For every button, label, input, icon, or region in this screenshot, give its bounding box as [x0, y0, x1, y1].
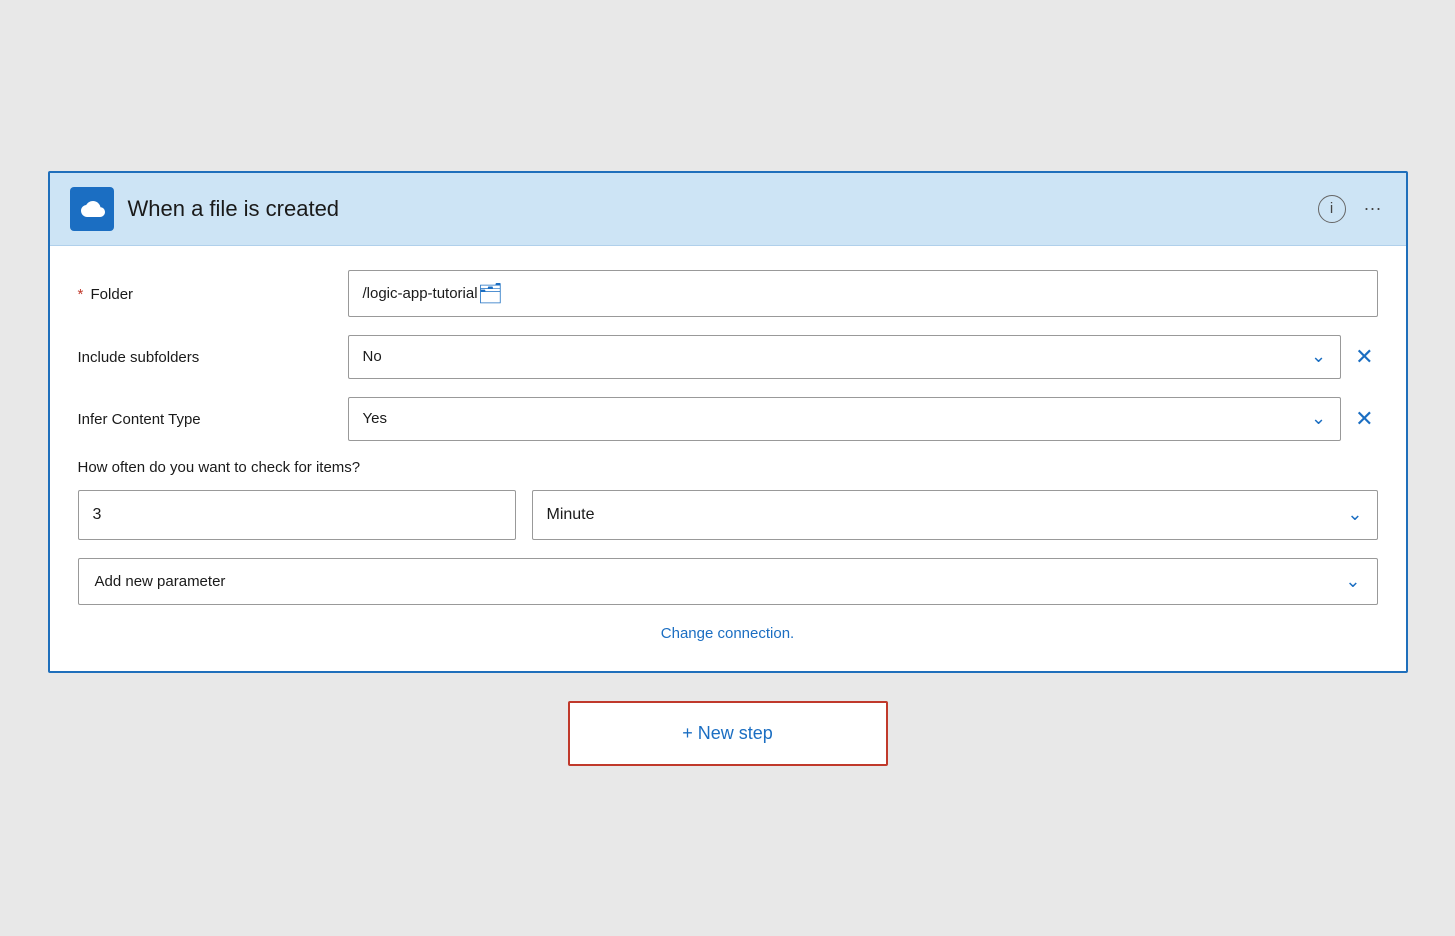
infer-chevron-icon: ⌄ [1311, 408, 1326, 429]
info-button[interactable]: i [1318, 195, 1346, 223]
add-param-chevron-icon: ⌄ [1345, 571, 1360, 592]
interval-row: Minute ⌄ [78, 490, 1378, 540]
subfolders-field: No ⌄ ✕ [348, 335, 1378, 379]
infer-field: Yes ⌄ ✕ [348, 397, 1378, 441]
folder-icon: 🗂 [478, 281, 503, 306]
infer-row: Infer Content Type Yes ⌄ ✕ [78, 397, 1378, 441]
cloud-icon [70, 187, 114, 231]
folder-input[interactable]: /logic-app-tutorial 🗂 [348, 270, 1378, 317]
card-header: When a file is created i ··· [50, 173, 1406, 246]
subfolders-label: Include subfolders [78, 347, 348, 366]
new-step-area: + New step [568, 701, 888, 766]
card-body: * Folder /logic-app-tutorial 🗂 Include s… [50, 246, 1406, 671]
subfolders-row: Include subfolders No ⌄ ✕ [78, 335, 1378, 379]
change-connection-link[interactable]: Change connection. [661, 625, 794, 642]
more-button[interactable]: ··· [1360, 194, 1386, 223]
required-star: * [78, 286, 84, 303]
folder-row: * Folder /logic-app-tutorial 🗂 [78, 270, 1378, 317]
interval-input[interactable] [78, 490, 516, 540]
unit-dropdown[interactable]: Minute ⌄ [532, 490, 1378, 540]
change-connection-container: Change connection. [78, 625, 1378, 643]
subfolders-clear-button[interactable]: ✕ [1351, 346, 1377, 368]
unit-chevron-icon: ⌄ [1347, 504, 1362, 525]
subfolders-dropdown[interactable]: No ⌄ [348, 335, 1342, 379]
folder-field: /logic-app-tutorial 🗂 [348, 270, 1378, 317]
infer-label: Infer Content Type [78, 409, 348, 428]
infer-dropdown[interactable]: Yes ⌄ [348, 397, 1342, 441]
frequency-label: How often do you want to check for items… [78, 459, 1378, 476]
new-step-button[interactable]: + New step [568, 701, 888, 766]
card-title: When a file is created [128, 196, 1304, 222]
subfolders-chevron-icon: ⌄ [1311, 346, 1326, 367]
folder-label: * Folder [78, 284, 348, 303]
add-parameter-dropdown[interactable]: Add new parameter ⌄ [78, 558, 1378, 605]
header-actions: i ··· [1318, 194, 1386, 223]
trigger-card: When a file is created i ··· * Folder /l… [48, 171, 1408, 673]
infer-clear-button[interactable]: ✕ [1351, 408, 1377, 430]
main-container: When a file is created i ··· * Folder /l… [48, 171, 1408, 766]
